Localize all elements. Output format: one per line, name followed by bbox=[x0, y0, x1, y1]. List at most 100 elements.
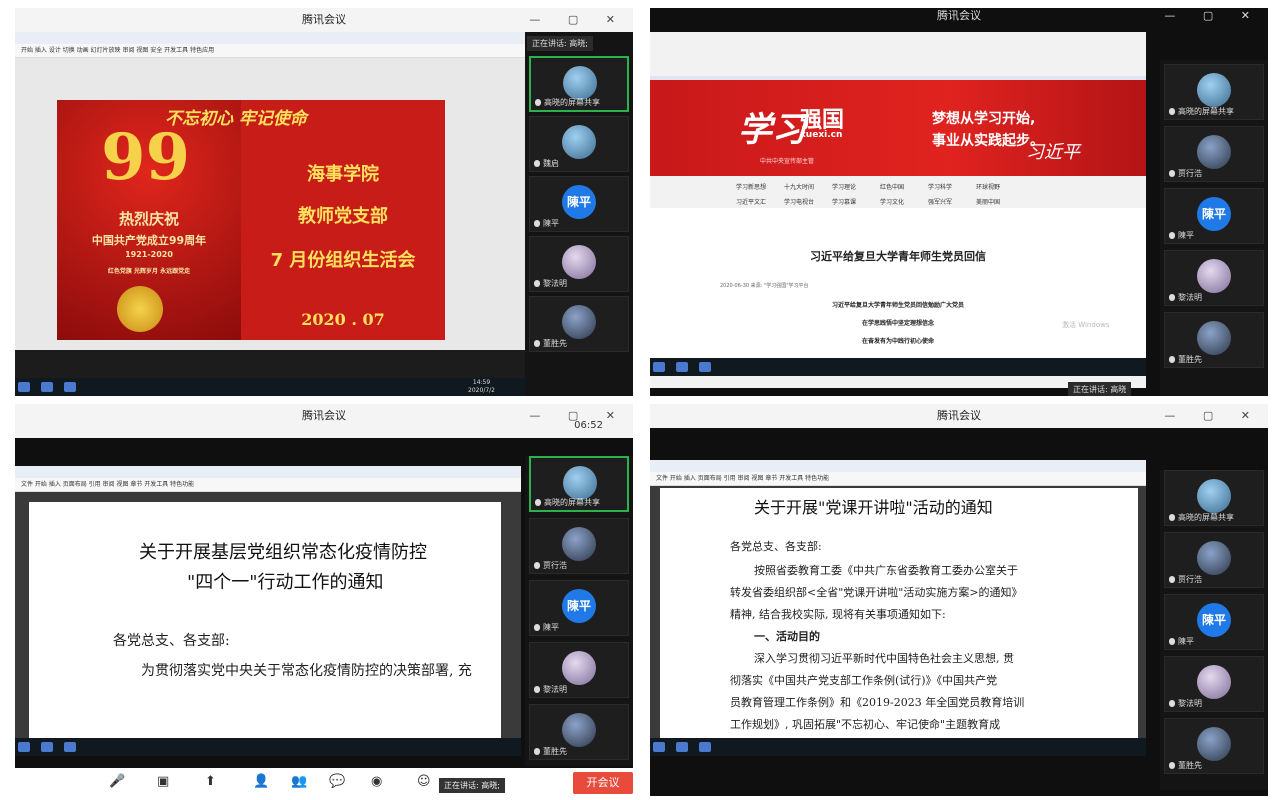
avatar bbox=[1197, 259, 1231, 293]
participant-tile[interactable]: 陳平 陳平 bbox=[1164, 594, 1264, 650]
nav-link[interactable]: 学习电视台 bbox=[784, 197, 832, 206]
folder-icon[interactable] bbox=[676, 362, 689, 372]
meeting-toolbar: 🎤 ▣ ⬆ 👤 👥 💬 ◉ ☺ 正在讲话: 高晓; 开会议 bbox=[15, 768, 633, 796]
window-controls[interactable]: — ▢ ✕ bbox=[529, 8, 627, 32]
slide-line-2: 教师党支部 bbox=[298, 206, 388, 227]
mic-icon bbox=[1169, 232, 1175, 239]
avatar: 陳平 bbox=[562, 185, 596, 219]
participant-tile[interactable]: 陳平 陳平 bbox=[1164, 188, 1264, 244]
participant-tile[interactable]: 魏启 bbox=[529, 116, 629, 172]
document-salutation: 各党总支、各支部: bbox=[730, 540, 822, 553]
document-body: 为贯彻落实党中央关于常态化疫情防控的决策部署, 充 bbox=[141, 663, 472, 679]
years-text: 1921-2020 bbox=[125, 250, 173, 259]
browser-icon[interactable] bbox=[653, 362, 665, 372]
chat-icon[interactable]: 💬 bbox=[329, 774, 345, 789]
participant-tile[interactable]: 贾行浩 bbox=[529, 518, 629, 574]
participant-tile[interactable]: 黎法明 bbox=[529, 642, 629, 698]
mic-icon bbox=[534, 340, 540, 347]
article-body: 习近平给复旦大学青年师生党员回信 2020-06-30 来源: "学习强国"学习… bbox=[650, 208, 1146, 368]
participant-tile[interactable]: 董胜先 bbox=[1164, 312, 1264, 368]
app-title: 腾讯会议 bbox=[937, 409, 981, 422]
folder-icon[interactable] bbox=[41, 382, 54, 392]
meeting-info-bar: 06:52 bbox=[15, 420, 633, 438]
participant-tile[interactable]: 黎法明 bbox=[1164, 656, 1264, 712]
participant-tile[interactable]: 陳平 陳平 bbox=[529, 580, 629, 636]
participant-tile[interactable]: 贾行浩 bbox=[1164, 532, 1264, 588]
browser-icon[interactable] bbox=[18, 382, 30, 392]
document-page: 关于开展基层党组织常态化疫情防控 "四个一"行动工作的通知 各党总支、各支部: … bbox=[29, 502, 501, 742]
avatar bbox=[1197, 321, 1231, 355]
nav-link[interactable]: 学习科学 bbox=[928, 182, 976, 191]
settings-icon[interactable]: ☺ bbox=[417, 774, 431, 789]
document-title-1: 关于开展基层党组织常态化疫情防控 bbox=[139, 542, 427, 563]
participant-tile[interactable]: 董胜先 bbox=[529, 704, 629, 760]
leave-meeting-button[interactable]: 开会议 bbox=[573, 772, 633, 794]
slide-left-panel: 99 热烈庆祝 中国共产党成立99周年 1921-2020 红色党旗 光辉岁月 … bbox=[57, 100, 241, 340]
nav-link[interactable]: 红色中国 bbox=[880, 182, 928, 191]
nav-link[interactable]: 学习理论 bbox=[832, 182, 880, 191]
participant-tile[interactable]: 陳平 陳平 bbox=[529, 176, 629, 232]
avatar: 陳平 bbox=[1197, 603, 1231, 637]
invite-icon[interactable]: 👤 bbox=[253, 774, 269, 789]
nav-link[interactable]: 强军兴军 bbox=[928, 197, 976, 206]
mic-icon bbox=[534, 748, 540, 755]
participant-tile[interactable]: 黎法明 bbox=[529, 236, 629, 292]
avatar: 陳平 bbox=[562, 589, 596, 623]
mic-icon bbox=[1169, 170, 1175, 177]
nav-link[interactable]: 习近平文汇 bbox=[736, 197, 784, 206]
nav-link[interactable]: 学习文化 bbox=[880, 197, 928, 206]
windows-taskbar bbox=[15, 738, 521, 756]
window-controls[interactable]: — ▢ ✕ bbox=[1164, 404, 1262, 428]
mic-icon bbox=[535, 99, 541, 106]
window-controls[interactable]: — ▢ ✕ bbox=[1164, 8, 1262, 24]
app-icon[interactable] bbox=[699, 362, 712, 372]
folder-icon[interactable] bbox=[676, 742, 689, 752]
record-icon[interactable]: ◉ bbox=[371, 774, 382, 789]
app-icon[interactable] bbox=[64, 742, 77, 752]
share-screen-icon[interactable]: ⬆ bbox=[205, 774, 216, 789]
article-meta: 2020-06-30 来源: "学习强国"学习平台 bbox=[720, 283, 809, 289]
participant-tile[interactable]: 高晓的屏幕共享 bbox=[529, 56, 629, 112]
participant-tile[interactable]: 高晓的屏幕共享 bbox=[529, 456, 629, 512]
participant-tile[interactable]: 高晓的屏幕共享 bbox=[1164, 470, 1264, 526]
document-paragraph: 精神, 结合我校实际, 现将有关事项通知如下: bbox=[730, 608, 946, 621]
title-bar: 腾讯会议 — ▢ ✕ bbox=[15, 404, 633, 428]
members-icon[interactable]: 👥 bbox=[291, 774, 307, 789]
camera-icon[interactable]: ▣ bbox=[157, 774, 169, 789]
xuexi-tagline-1: 梦想从学习开始, bbox=[932, 111, 1036, 127]
folder-icon[interactable] bbox=[41, 742, 54, 752]
xuexi-signature: 习近平 bbox=[1026, 142, 1080, 163]
participant-sidebar: 高晓的屏幕共享 贾行浩 陳平 陳平 黎法明 董胜先 bbox=[525, 456, 633, 766]
browser-tabs bbox=[15, 32, 525, 44]
participant-tile[interactable]: 董胜先 bbox=[529, 296, 629, 352]
mic-icon[interactable]: 🎤 bbox=[109, 774, 125, 789]
office-ribbon: 文件 开始 插入 页面布局 引用 审阅 视图 章节 开发工具 特色功能 bbox=[15, 478, 521, 492]
nav-link[interactable]: 美丽中国 bbox=[976, 197, 1024, 206]
meeting-timer: 06:52 bbox=[574, 420, 603, 431]
participant-tile[interactable]: 黎法明 bbox=[1164, 250, 1264, 306]
article-line: 在奋发有为中践行初心使命 bbox=[861, 338, 934, 345]
party-emblem-icon bbox=[117, 286, 163, 332]
nav-link[interactable]: 学习慕课 bbox=[832, 197, 880, 206]
participant-tile[interactable]: 董胜先 bbox=[1164, 718, 1264, 774]
app-icon[interactable] bbox=[699, 742, 712, 752]
document-paragraph: 按照省委教育工委《中共广东省委教育工委办公室关于 bbox=[754, 564, 1018, 577]
browser-icon[interactable] bbox=[653, 742, 665, 752]
windows-taskbar bbox=[650, 738, 1146, 756]
meeting-window-4: 腾讯会议 — ▢ ✕ 文件 开始 插入 页面布局 引用 审阅 视图 章节 开发工… bbox=[650, 404, 1268, 796]
mic-icon bbox=[1169, 108, 1175, 115]
mic-icon bbox=[1169, 514, 1175, 521]
app-title: 腾讯会议 bbox=[302, 409, 346, 422]
browser-icon[interactable] bbox=[18, 742, 30, 752]
app-icon[interactable] bbox=[64, 382, 77, 392]
nav-link[interactable]: 十九大时间 bbox=[784, 182, 832, 191]
nav-link[interactable]: 学习新思想 bbox=[736, 182, 784, 191]
title-bar: 腾讯会议 — ▢ ✕ bbox=[650, 8, 1268, 24]
app-title: 腾讯会议 bbox=[302, 13, 346, 26]
participant-tile[interactable]: 贾行浩 bbox=[1164, 126, 1264, 182]
mic-icon bbox=[534, 686, 540, 693]
participant-tile[interactable]: 高晓的屏幕共享 bbox=[1164, 64, 1264, 120]
participant-sidebar: 高晓的屏幕共享 贾行浩 陳平 陳平 黎法明 董胜先 bbox=[1160, 60, 1268, 396]
nav-link[interactable]: 环球视野 bbox=[976, 182, 1024, 191]
avatar bbox=[562, 245, 596, 279]
